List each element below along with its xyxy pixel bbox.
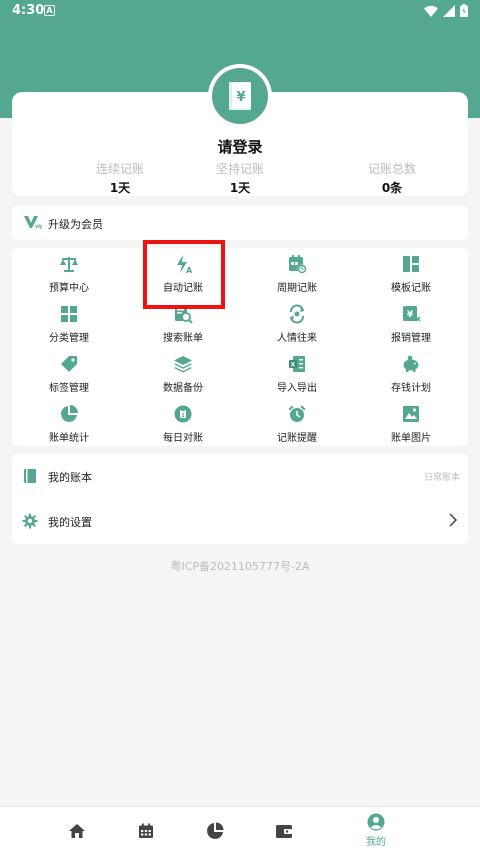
daily-check-icon: 1 — [174, 405, 192, 423]
svg-text:1: 1 — [181, 413, 185, 419]
nav-statistics[interactable] — [185, 807, 245, 853]
feature-periodic-bookkeeping[interactable]: 周期记账 — [240, 248, 354, 298]
svg-text:vip: vip — [35, 224, 42, 229]
stat-value: 1天 — [229, 181, 251, 195]
calendar-icon — [139, 823, 153, 838]
piggy-bank-icon — [403, 355, 419, 372]
feature-daily-reconciliation[interactable]: 1 每日对账 — [126, 398, 240, 448]
ledger-book-icon: ¥ — [229, 82, 251, 110]
stat-persist: 坚持记账 1天 — [160, 160, 320, 196]
reimburse-icon: ¥ — [403, 306, 421, 322]
signal-icon — [443, 4, 455, 17]
stat-total: 记账总数 0条 — [312, 160, 472, 196]
feature-budget-center[interactable]: 预算中心 — [12, 248, 126, 298]
my-settings-label: 我的设置 — [48, 516, 92, 529]
feature-label: 报销管理 — [391, 333, 431, 344]
feature-category-management[interactable]: 分类管理 — [12, 298, 126, 348]
tag-icon — [61, 356, 77, 372]
avatar-inner: ¥ — [212, 68, 268, 124]
feature-label: 账单统计 — [49, 433, 89, 444]
feature-label: 导入导出 — [277, 383, 317, 394]
feature-label: 人情往来 — [277, 333, 317, 344]
vip-icon: vip — [24, 216, 42, 229]
gear-icon — [22, 513, 38, 529]
login-text[interactable]: 请登录 — [0, 136, 480, 157]
vip-upgrade-row[interactable]: vip 升级为会员 — [12, 206, 468, 240]
nav-home[interactable] — [47, 807, 107, 853]
feature-label: 预算中心 — [49, 283, 89, 294]
status-icons — [424, 4, 468, 17]
home-icon — [69, 823, 85, 838]
stat-label: 坚持记账 — [215, 162, 264, 176]
layers-icon — [174, 356, 192, 373]
wifi-icon — [424, 5, 438, 17]
calendar-clock-icon — [289, 255, 307, 274]
feature-label: 记账提醒 — [277, 433, 317, 444]
settings-card: 我的账本 日常账本 我的设置 — [12, 454, 468, 544]
scale-icon — [60, 257, 78, 272]
template-grid-icon — [403, 256, 419, 272]
feature-saving-plan[interactable]: 存钱计划 — [354, 348, 468, 398]
avatar[interactable]: ¥ — [208, 64, 272, 128]
wallet-icon — [276, 824, 292, 838]
nav-mine[interactable]: 我的 — [346, 807, 406, 853]
feature-import-export[interactable]: X 导入导出 — [240, 348, 354, 398]
feature-bill-images[interactable]: 账单图片 — [354, 398, 468, 448]
user-profile-icon — [367, 813, 385, 831]
alarm-clock-icon — [288, 405, 306, 422]
feature-label: 标签管理 — [49, 383, 89, 394]
status-a-badge: A — [44, 5, 55, 16]
feature-label: 每日对账 — [163, 433, 203, 444]
nav-calendar[interactable] — [116, 807, 176, 853]
pie-chart-nav-icon — [207, 822, 224, 839]
category-grid-icon — [61, 306, 77, 322]
stat-value: 0条 — [381, 181, 403, 195]
feature-label: 模板记账 — [391, 283, 431, 294]
exchange-icon — [290, 304, 304, 324]
feature-label: 存钱计划 — [391, 383, 431, 394]
nav-wallet[interactable] — [254, 807, 314, 853]
feature-label: 账单图片 — [391, 433, 431, 444]
svg-text:¥: ¥ — [407, 310, 414, 320]
avatar-symbol: ¥ — [236, 90, 245, 105]
my-ledger-row[interactable]: 我的账本 日常账本 — [12, 454, 468, 499]
highlight-annotation-box — [143, 240, 225, 309]
battery-icon — [460, 4, 468, 17]
feature-template-bookkeeping[interactable]: 模板记账 — [354, 248, 468, 298]
feature-bill-statistics[interactable]: 账单统计 — [12, 398, 126, 448]
current-ledger-value: 日常账本 — [423, 473, 460, 483]
svg-text:X: X — [291, 362, 296, 369]
feature-label: 分类管理 — [49, 333, 89, 344]
feature-data-backup[interactable]: 数据备份 — [126, 348, 240, 398]
ledger-icon — [24, 469, 36, 483]
feature-label: 搜索账单 — [163, 333, 203, 344]
feature-label: 周期记账 — [277, 283, 317, 294]
my-settings-row[interactable]: 我的设置 — [12, 499, 468, 544]
vip-label: 升级为会员 — [48, 218, 103, 231]
feature-bookkeeping-reminder[interactable]: 记账提醒 — [240, 398, 354, 448]
stat-label: 记账总数 — [367, 162, 416, 176]
icp-license: 粤ICP备2021105777号-2A — [170, 560, 310, 573]
feature-grid: 预算中心 A 自动记账 周期记账 模板记账 分类管理 搜索账单 人情往来 ¥ 报… — [12, 248, 468, 446]
pie-chart-icon — [61, 405, 78, 422]
feature-social-exchange[interactable]: 人情往来 — [240, 298, 354, 348]
feature-tag-management[interactable]: 标签管理 — [12, 348, 126, 398]
chevron-right-icon — [449, 513, 458, 527]
feature-label: 数据备份 — [163, 383, 203, 394]
bottom-nav: 我的 — [0, 806, 480, 853]
status-bar: 4:30 A — [0, 0, 480, 24]
my-ledger-label: 我的账本 — [48, 471, 92, 484]
status-time: 4:30 — [12, 3, 45, 18]
nav-mine-label: 我的 — [366, 837, 386, 848]
excel-import-icon: X — [289, 356, 305, 372]
image-icon — [403, 406, 419, 422]
feature-reimbursement[interactable]: ¥ 报销管理 — [354, 298, 468, 348]
